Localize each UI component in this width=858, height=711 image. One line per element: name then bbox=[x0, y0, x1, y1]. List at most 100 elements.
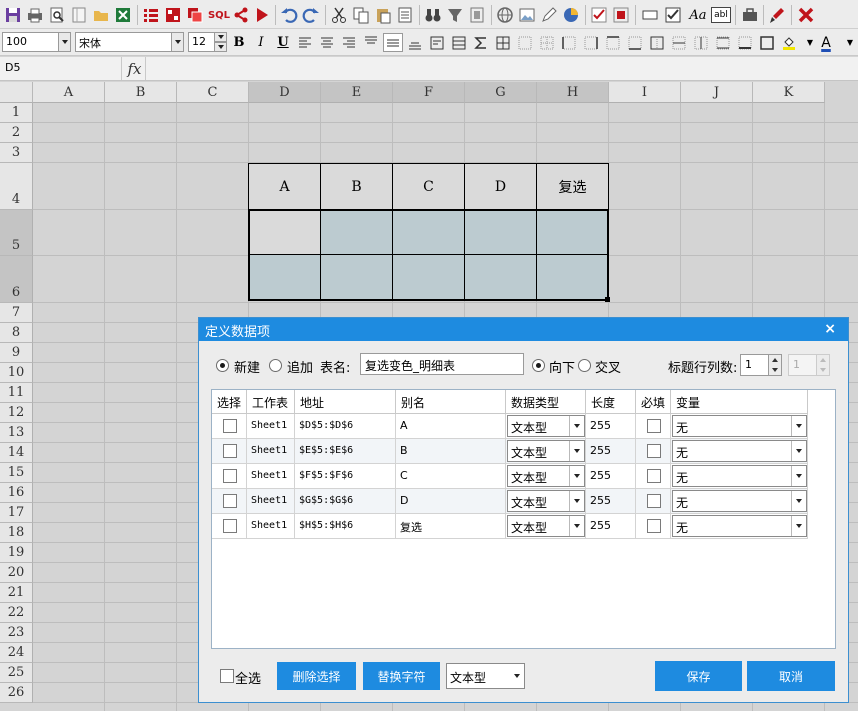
border-right-icon[interactable] bbox=[581, 33, 601, 52]
sheet-cell[interactable] bbox=[536, 254, 609, 301]
row-variable-select[interactable]: 无 bbox=[672, 415, 807, 437]
row-select-checkbox[interactable] bbox=[223, 419, 237, 433]
page-setup-icon[interactable] bbox=[69, 5, 89, 25]
row-required-checkbox[interactable] bbox=[647, 494, 661, 508]
border-inner-icon[interactable] bbox=[647, 33, 667, 52]
copy-table-icon[interactable] bbox=[185, 5, 205, 25]
row-required-checkbox[interactable] bbox=[647, 444, 661, 458]
delete-selected-button[interactable]: 删除选择 bbox=[277, 662, 356, 690]
chevron-down-icon[interactable] bbox=[569, 491, 584, 511]
row-header-17[interactable]: 17 bbox=[0, 503, 33, 523]
binoculars-icon[interactable] bbox=[423, 5, 443, 25]
row-header-13[interactable]: 13 bbox=[0, 423, 33, 443]
column-header-g[interactable]: G bbox=[465, 82, 537, 103]
italic-button[interactable]: I bbox=[251, 33, 271, 52]
row-header-23[interactable]: 23 bbox=[0, 623, 33, 643]
row-header-6[interactable]: 6 bbox=[0, 256, 33, 303]
fx-icon[interactable]: fx bbox=[124, 57, 146, 80]
radio-cross[interactable] bbox=[578, 359, 591, 372]
row-required-checkbox[interactable] bbox=[647, 469, 661, 483]
border-v-icon[interactable] bbox=[691, 33, 711, 52]
copy-icon[interactable] bbox=[351, 5, 371, 25]
paste-icon[interactable] bbox=[373, 5, 393, 25]
row-header-26[interactable]: 26 bbox=[0, 683, 33, 703]
sql-icon[interactable]: SQL bbox=[207, 5, 231, 25]
cut-icon[interactable] bbox=[329, 5, 349, 25]
chevron-down-icon[interactable] bbox=[791, 441, 806, 461]
title-rows-input[interactable]: 1 bbox=[740, 354, 769, 376]
row-header-18[interactable]: 18 bbox=[0, 523, 33, 543]
align-right-icon[interactable] bbox=[339, 33, 359, 52]
border-all-icon[interactable] bbox=[493, 33, 513, 52]
align-middle-icon[interactable] bbox=[383, 33, 403, 52]
sheet-cell[interactable] bbox=[392, 254, 465, 301]
row-header-15[interactable]: 15 bbox=[0, 463, 33, 483]
row-header-16[interactable]: 16 bbox=[0, 483, 33, 503]
font-color-dropdown-icon[interactable]: ▼ bbox=[840, 33, 858, 52]
sheet-header-cell[interactable]: C bbox=[392, 163, 465, 210]
sum-icon[interactable] bbox=[471, 33, 491, 52]
active-cell-d5[interactable] bbox=[248, 209, 321, 255]
underline-button[interactable]: U bbox=[273, 33, 293, 52]
save-icon[interactable] bbox=[3, 5, 23, 25]
row-dtype-select[interactable]: 文本型 bbox=[507, 465, 585, 487]
row-dtype-select[interactable]: 文本型 bbox=[507, 440, 585, 462]
condition-icon[interactable] bbox=[611, 5, 631, 25]
table-name-input[interactable]: 复选变色_明细表 bbox=[360, 353, 524, 375]
select-all-corner[interactable] bbox=[0, 82, 33, 103]
row-dtype-select[interactable]: 文本型 bbox=[507, 515, 585, 537]
align-bottom-icon[interactable] bbox=[405, 33, 425, 52]
cell-reference-box[interactable]: D5 bbox=[0, 57, 122, 80]
border-thick-top-icon[interactable] bbox=[713, 33, 733, 52]
row-header-9[interactable]: 9 bbox=[0, 343, 33, 363]
undo-icon[interactable] bbox=[279, 5, 299, 25]
sheet-cell[interactable] bbox=[392, 209, 465, 255]
share-icon[interactable] bbox=[231, 5, 251, 25]
radio-down[interactable] bbox=[532, 359, 545, 372]
sheet-header-cell[interactable]: 复选 bbox=[536, 163, 609, 210]
row-variable-select[interactable]: 无 bbox=[672, 515, 807, 537]
filter-icon[interactable] bbox=[445, 5, 465, 25]
border-box-icon[interactable] bbox=[757, 33, 777, 52]
print-preview-icon[interactable] bbox=[47, 5, 67, 25]
row-header-10[interactable]: 10 bbox=[0, 363, 33, 383]
sort-icon[interactable] bbox=[467, 5, 487, 25]
type-select[interactable]: 文本型 bbox=[446, 663, 525, 689]
row-select-checkbox[interactable] bbox=[223, 469, 237, 483]
radio-new[interactable] bbox=[216, 359, 229, 372]
chevron-down-icon[interactable] bbox=[569, 466, 584, 486]
border-outer-icon[interactable] bbox=[537, 33, 557, 52]
sheet-cell[interactable] bbox=[536, 209, 609, 255]
font-size-down-icon[interactable] bbox=[214, 42, 227, 52]
font-name-dropdown-icon[interactable] bbox=[171, 32, 184, 52]
row-dtype-select[interactable]: 文本型 bbox=[507, 490, 585, 512]
chevron-down-icon[interactable] bbox=[791, 416, 806, 436]
row-header-1[interactable]: 1 bbox=[0, 103, 33, 123]
row-header-7[interactable]: 7 bbox=[0, 303, 33, 323]
row-header-20[interactable]: 20 bbox=[0, 563, 33, 583]
row-header-2[interactable]: 2 bbox=[0, 123, 33, 143]
row-variable-select[interactable]: 无 bbox=[672, 440, 807, 462]
check-icon[interactable] bbox=[589, 5, 609, 25]
sheet-header-cell[interactable]: D bbox=[464, 163, 537, 210]
checkbox-icon[interactable] bbox=[663, 5, 683, 25]
cancel-button[interactable]: 取消 bbox=[747, 661, 835, 691]
zoom-dropdown-icon[interactable] bbox=[58, 32, 71, 52]
font-color-button[interactable]: A bbox=[816, 33, 836, 52]
row-dtype-select[interactable]: 文本型 bbox=[507, 415, 585, 437]
toolbox-icon[interactable] bbox=[740, 5, 760, 25]
column-header-f[interactable]: F bbox=[393, 82, 465, 103]
row-select-checkbox[interactable] bbox=[223, 519, 237, 533]
font-size-up-icon[interactable] bbox=[214, 32, 227, 42]
sheet-cell[interactable] bbox=[320, 209, 393, 255]
border-top-icon[interactable] bbox=[603, 33, 623, 52]
table-icon[interactable] bbox=[163, 5, 183, 25]
column-header-k[interactable]: K bbox=[753, 82, 825, 103]
chevron-down-icon[interactable] bbox=[791, 466, 806, 486]
merge-cells-icon[interactable] bbox=[449, 33, 469, 52]
chevron-down-icon[interactable] bbox=[791, 516, 806, 536]
sheet-cell[interactable] bbox=[248, 254, 321, 301]
column-header-i[interactable]: I bbox=[609, 82, 681, 103]
open-folder-icon[interactable] bbox=[91, 5, 111, 25]
play-icon[interactable] bbox=[252, 5, 272, 25]
